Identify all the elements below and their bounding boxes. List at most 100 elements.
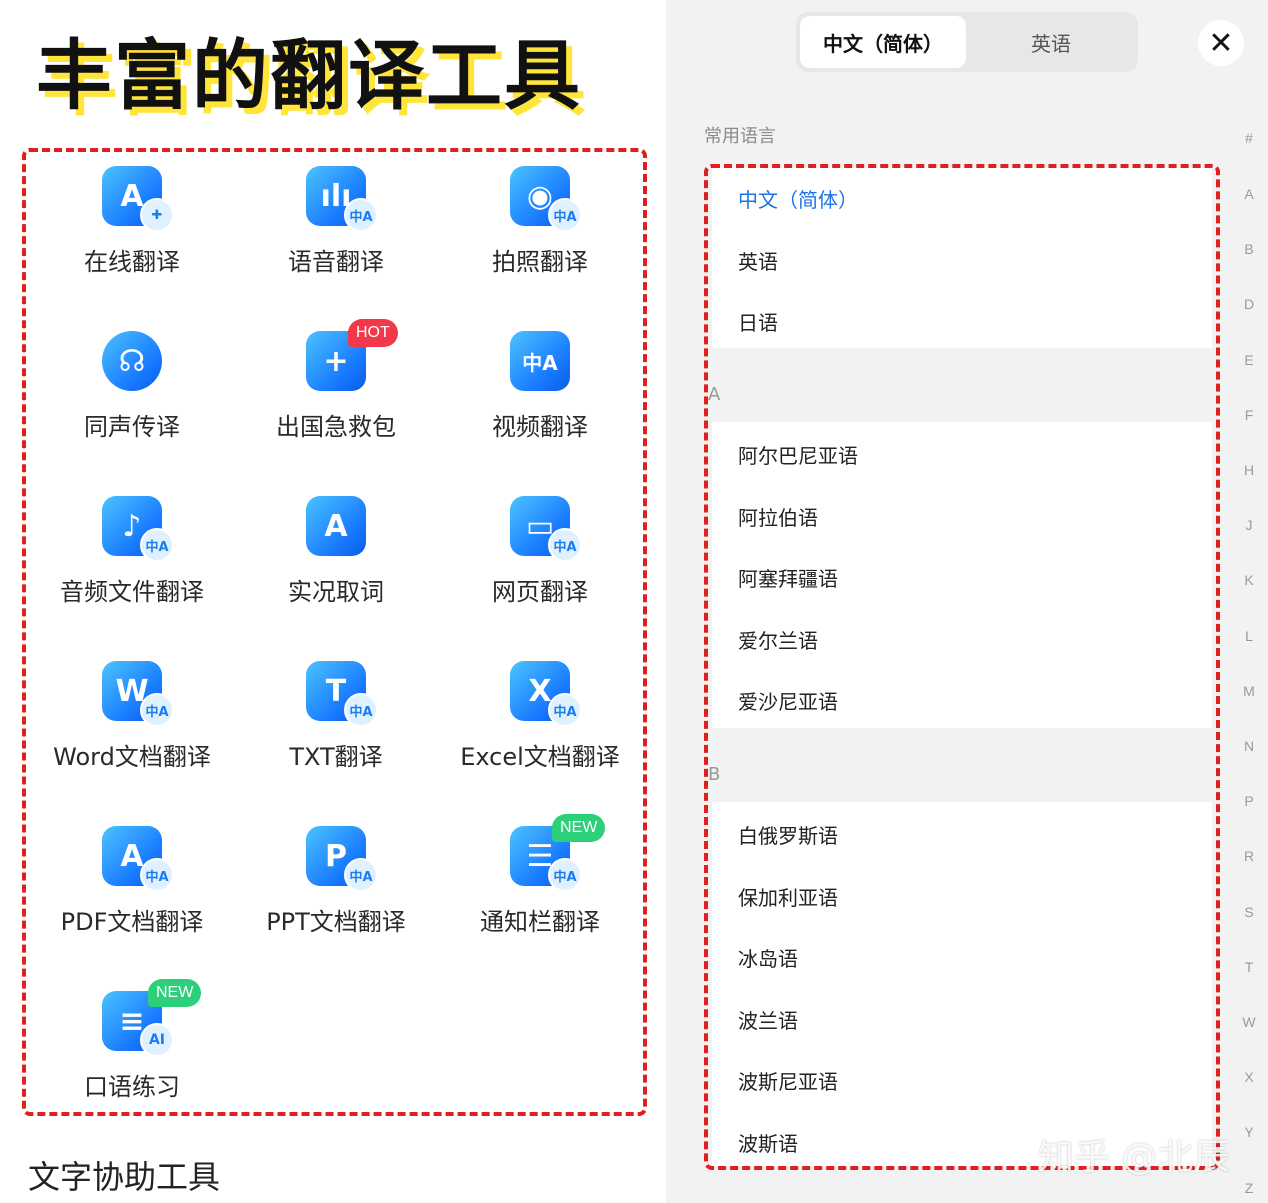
index-letter[interactable]: D	[1234, 296, 1264, 312]
language-item[interactable]: 白俄罗斯语	[738, 820, 838, 849]
tool-label: 视频翻译	[492, 413, 588, 441]
camera-icon: ◉ 中A	[510, 166, 582, 232]
hot-badge: HOT	[348, 319, 398, 347]
index-letter[interactable]: X	[1234, 1069, 1264, 1085]
tool-label: 网页翻译	[492, 578, 588, 606]
group-header-b: B	[708, 764, 721, 785]
pdf-doc-icon: A 中A	[102, 826, 174, 892]
tool-label: 在线翻译	[84, 248, 180, 276]
index-letter[interactable]: K	[1234, 572, 1264, 588]
language-item[interactable]: 保加利亚语	[738, 882, 838, 911]
excel-doc-icon: X 中A	[510, 661, 582, 727]
tool-label: 通知栏翻译	[480, 908, 600, 936]
tool-online-translate[interactable]: A ✚ 在线翻译	[32, 156, 232, 306]
language-item[interactable]: 阿塞拜疆语	[738, 563, 838, 592]
language-item[interactable]: 阿拉伯语	[738, 502, 818, 531]
tool-photo-translate[interactable]: ◉ 中A 拍照翻译	[440, 156, 640, 306]
index-letter[interactable]: L	[1234, 628, 1264, 644]
index-letter[interactable]: P	[1234, 793, 1264, 809]
language-item[interactable]: 日语	[738, 307, 778, 336]
index-letter[interactable]: W	[1234, 1014, 1264, 1030]
tool-label: PPT文档翻译	[266, 908, 406, 936]
tool-notification-translate[interactable]: ☰ 中A NEW 通知栏翻译	[440, 814, 640, 966]
tool-label: 语音翻译	[288, 248, 384, 276]
music-note-icon: ♪ 中A	[102, 496, 174, 562]
tool-label: 出国急救包	[276, 413, 396, 441]
txt-doc-icon: T 中A	[306, 661, 378, 727]
tool-speaking-practice[interactable]: ≡ AI NEW 口语练习	[32, 979, 232, 1131]
tool-excel-translate[interactable]: X 中A Excel文档翻译	[440, 651, 640, 801]
tool-label: 同声传译	[84, 413, 180, 441]
tool-label: TXT翻译	[289, 743, 383, 771]
common-languages-label: 常用语言	[704, 126, 776, 147]
tool-simultaneous-interpret[interactable]: ☊ 同声传译	[32, 321, 232, 471]
tool-ppt-translate[interactable]: P 中A PPT文档翻译	[236, 816, 436, 966]
common-languages-card: 中文（简体） 英语 日语	[712, 168, 1212, 348]
index-letter[interactable]: T	[1234, 959, 1264, 975]
language-item[interactable]: 爱尔兰语	[738, 625, 818, 654]
language-item[interactable]: 波兰语	[738, 1005, 798, 1034]
tool-label: Word文档翻译	[53, 743, 211, 771]
index-letter[interactable]: F	[1234, 407, 1264, 423]
tool-label: 拍照翻译	[492, 248, 588, 276]
index-letter[interactable]: R	[1234, 848, 1264, 864]
language-item[interactable]: 冰岛语	[738, 943, 798, 972]
ppt-doc-icon: P 中A	[306, 826, 378, 892]
scan-text-icon: A	[306, 496, 370, 560]
language-list: 中文（简体） 英语 日语 A 阿尔巴尼亚语 阿拉伯语 阿塞拜疆语 爱尔兰语 爱沙…	[704, 164, 1220, 1170]
tool-label: 音频文件翻译	[60, 578, 204, 606]
index-letter[interactable]: #	[1234, 130, 1264, 146]
tool-live-capture[interactable]: A 实况取词	[236, 486, 436, 636]
index-letter[interactable]: B	[1234, 241, 1264, 257]
language-item[interactable]: 中文（简体）	[738, 184, 858, 213]
index-letter[interactable]: Z	[1234, 1180, 1264, 1196]
index-letter[interactable]: Y	[1234, 1124, 1264, 1140]
tool-video-translate[interactable]: 中A 视频翻译	[440, 321, 640, 471]
new-badge: NEW	[148, 979, 202, 1007]
tab-source-language[interactable]: 中文（简体）	[800, 16, 966, 68]
tab-target-language[interactable]: 英语	[968, 16, 1134, 68]
group-a-card: 阿尔巴尼亚语 阿拉伯语 阿塞拜疆语 爱尔兰语 爱沙尼亚语	[712, 422, 1212, 728]
tool-audio-file-translate[interactable]: ♪ 中A 音频文件翻译	[32, 486, 232, 636]
group-b-card: 白俄罗斯语 保加利亚语 冰岛语 波兰语 波斯尼亚语 波斯语	[712, 802, 1212, 1166]
watermark: 知乎 @北辰	[1038, 1137, 1230, 1178]
index-letter[interactable]: E	[1234, 352, 1264, 368]
tool-label: 实况取词	[288, 578, 384, 606]
tool-label: 口语练习	[84, 1073, 180, 1101]
language-item[interactable]: 阿尔巴尼亚语	[738, 440, 858, 469]
language-item[interactable]: 爱沙尼亚语	[738, 686, 838, 715]
index-letter[interactable]: S	[1234, 904, 1264, 920]
headline: 丰富的翻译工具	[36, 31, 582, 120]
text-assist-tools-heading: 文字协助工具	[28, 1158, 221, 1196]
head-speaking-icon: ☊	[102, 331, 166, 395]
video-translate-icon: 中A	[510, 331, 574, 395]
word-doc-icon: W 中A	[102, 661, 174, 727]
language-direction-toggle: 中文（简体） 英语	[796, 12, 1138, 72]
tool-label: Excel文档翻译	[460, 743, 620, 771]
language-item[interactable]: 波斯尼亚语	[738, 1066, 838, 1095]
index-letter[interactable]: N	[1234, 738, 1264, 754]
index-letter[interactable]: H	[1234, 462, 1264, 478]
tool-txt-translate[interactable]: T 中A TXT翻译	[236, 651, 436, 801]
index-letter[interactable]: M	[1234, 683, 1264, 699]
index-letter[interactable]: J	[1234, 517, 1264, 533]
index-letter[interactable]: A	[1234, 186, 1264, 202]
translation-tools-grid: A✚ 在线翻译 ılı中A 语音翻译 ◉中A 拍照翻译 ☊ 同声传译 +	[22, 148, 647, 1116]
left-panel: 丰富的翻译工具 A✚ 在线翻译 ılı中A 语音翻译 ◉中A 拍照翻译 ☊	[0, 0, 666, 1203]
close-button[interactable]: ✕	[1198, 20, 1244, 66]
close-icon: ✕	[1208, 25, 1234, 61]
group-header-a: A	[708, 384, 721, 405]
language-picker-panel: 中文（简体） 英语 ✕ 常用语言 中文（简体） 英语 日语 A 阿尔巴尼亚语 阿…	[666, 0, 1268, 1203]
microphone-icon: ılı 中A	[306, 166, 378, 232]
online-translate-icon: A ✚	[102, 166, 174, 232]
tool-pdf-translate[interactable]: A 中A PDF文档翻译	[32, 816, 232, 966]
tool-voice-translate[interactable]: ılı 中A 语音翻译	[236, 156, 436, 306]
tool-word-translate[interactable]: W 中A Word文档翻译	[32, 651, 232, 801]
language-item[interactable]: 波斯语	[738, 1128, 798, 1157]
language-item[interactable]: 英语	[738, 246, 778, 275]
tool-emergency-kit[interactable]: + HOT 出国急救包	[236, 319, 436, 471]
browser-window-icon: ▭ 中A	[510, 496, 582, 562]
tool-webpage-translate[interactable]: ▭ 中A 网页翻译	[440, 486, 640, 636]
new-badge: NEW	[552, 814, 606, 842]
tool-label: PDF文档翻译	[60, 908, 204, 936]
